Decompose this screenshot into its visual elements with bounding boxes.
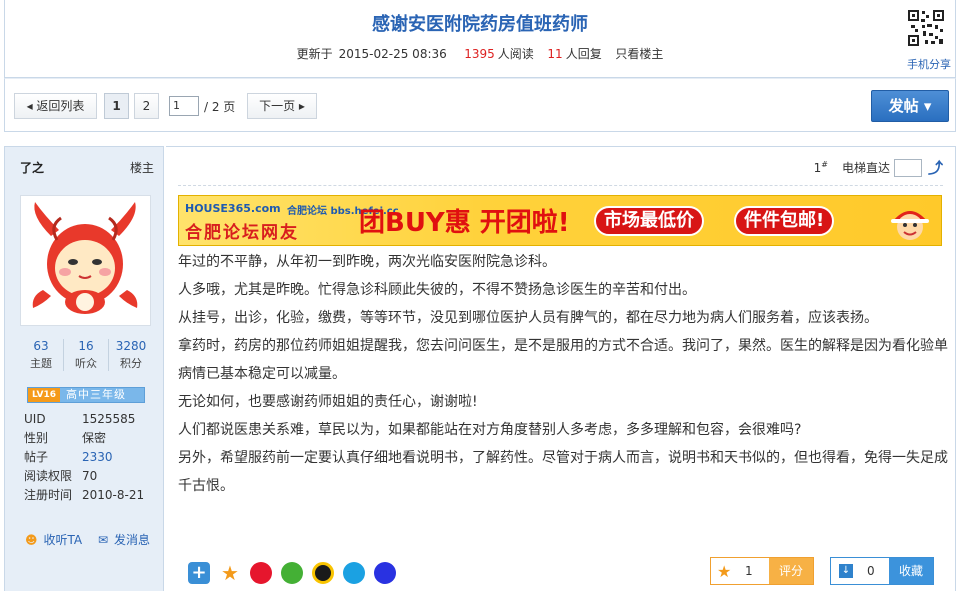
floor-number: 1# (813, 160, 828, 175)
post-content: 年过的不平静，从年初一到昨晚，两次光临安医附院急诊科。 人多哦，尤其是昨晚。忙得… (178, 248, 948, 500)
stat-topics[interactable]: 63 主题 (19, 339, 64, 371)
info-posts: 帖子 2330 (24, 450, 113, 464)
author-stats: 63 主题 16 听众 3280 积分 (19, 339, 153, 371)
share-wechat-icon[interactable] (281, 562, 303, 584)
updated-label: 更新于 (296, 47, 333, 61)
favorite-label: 收藏 (889, 558, 933, 584)
thread-meta: 更新于 2015-02-25 08:36 1395 人阅读 11 人回复 只看楼主 (5, 45, 955, 62)
banner-logo-main: 合肥论坛网友 (185, 223, 299, 243)
share-pengyou-icon[interactable] (343, 562, 365, 584)
replies-count: 11 (547, 47, 563, 61)
new-post-button[interactable]: 发帖 ▾ (871, 90, 949, 122)
info-uid: UID 1525585 (24, 412, 136, 426)
share-baidu-icon[interactable] (374, 562, 396, 584)
posts-count-link[interactable]: 2330 (82, 450, 113, 464)
banner-logo-top: HOUSE365.com (185, 202, 281, 215)
mobile-share-link[interactable]: 手机分享 (907, 56, 951, 72)
post-paragraph: 拿药时，药房的那位药师姐姐提醒我，您去问问医生，是不是服用的方式不合适。我问了，… (178, 338, 948, 382)
stat-points[interactable]: 3280 积分 (109, 339, 153, 371)
rate-count: 1 (745, 564, 753, 578)
replies-label: 人回复 (565, 47, 602, 61)
page-number-input[interactable]: 1 (169, 96, 199, 116)
author-info: UID 1525585 性别 保密 帖子 2330 阅读权限 70 注册时间 2010-8… (24, 410, 144, 505)
level-badge: LV16 高中三年级 (27, 387, 145, 403)
share-qq-icon[interactable] (312, 562, 334, 584)
updated-time: 2015-02-25 08:36 (338, 47, 447, 61)
rate-button[interactable]: ★ 1 评分 (710, 557, 814, 585)
favorite-count: 0 (867, 564, 875, 578)
follow-button[interactable]: ☻ 收听TA (25, 533, 88, 547)
message-button[interactable]: ✉ 发消息 (98, 533, 156, 547)
info-gender: 性别 保密 (24, 431, 107, 445)
elevator-input[interactable] (893, 158, 922, 177)
thread-header: 感谢安医附院药房值班药师 更新于 2015-02-25 08:36 1395 人阅读… (4, 0, 956, 78)
banner-pill-lowest-price: 市场最低价 (594, 206, 704, 236)
share-bar: + ★ (188, 562, 405, 584)
reads-count: 1395 (464, 47, 495, 61)
author-name[interactable]: 了之 (20, 159, 44, 176)
page-total: / 2 页 (204, 100, 236, 114)
page-2-button[interactable]: 2 (134, 93, 159, 119)
stat-listeners[interactable]: 16 听众 (64, 339, 109, 371)
share-weibo-icon[interactable] (250, 562, 272, 584)
rate-star-icon: ★ (717, 562, 732, 581)
post-paragraph: 人多哦，尤其是昨晚。忙得急诊科顾此失彼的，不得不赞扬急诊医生的辛苦和付出。 (178, 282, 696, 298)
elevator-label: 电梯直达 (841, 161, 890, 175)
ad-banner[interactable]: HOUSE365.com 合肥论坛网友 合肥论坛 bbs.hefei.cc 团B… (178, 195, 942, 246)
follow-icon: ☻ (25, 533, 38, 547)
info-read-permission: 阅读权限 70 (24, 469, 98, 483)
mail-icon: ✉ (97, 533, 109, 547)
info-register-date: 注册时间 2010-8-21 (24, 488, 145, 502)
post-paragraph: 人们都说医患关系难，草民以为，如果都能站在对方角度替别人多考虑，多多理解和包容，… (178, 422, 802, 438)
reads-label: 人阅读 (497, 47, 534, 61)
back-to-list-button[interactable]: ◂ 返回列表 (14, 93, 97, 119)
author-role: 楼主 (129, 161, 154, 175)
banner-headline: 团BUY惠 开团啦! (359, 208, 570, 238)
share-plus-icon[interactable]: + (188, 562, 210, 584)
only-op-link[interactable]: 只看楼主 (615, 47, 663, 61)
share-favorite-star-icon[interactable]: ★ (219, 562, 241, 584)
post-body: 1# 电梯直达 ⤴ HOUSE365.com 合肥论坛网友 合肥论坛 bbs.h… (166, 146, 956, 591)
thread-title: 感谢安医附院药房值班药师 (372, 14, 588, 35)
favorite-button[interactable]: ↓ 0 收藏 (830, 557, 934, 585)
favorite-download-icon: ↓ (839, 564, 853, 578)
post-paragraph: 年过的不平静，从年初一到昨晚，两次光临安医附院急诊科。 (178, 254, 556, 270)
post-paragraph: 无论如何，也要感谢药师姐姐的责任心，谢谢啦! (178, 394, 478, 410)
page-1-button[interactable]: 1 (104, 93, 129, 119)
rate-label: 评分 (769, 558, 813, 584)
author-panel: 了之 楼主 63 主题 16 听众 3280 积分 LV16 高中三年级 UID… (4, 146, 164, 591)
banner-mascot-icon (887, 199, 933, 245)
qr-code-icon[interactable] (907, 9, 945, 47)
level-title: 高中三年级 (66, 388, 126, 401)
post-divider (178, 185, 943, 186)
elevator-go-icon[interactable]: ⤴ (928, 157, 943, 178)
post-paragraph: 另外，希望服药前一定要认真仔细地看说明书，了解药性。尽管对于病人而言，说明书和天… (178, 450, 948, 494)
floor-bar: 1# 电梯直达 ⤴ (814, 157, 943, 178)
pagination-toolbar: ◂ 返回列表 1 2 1 / 2 页 下一页 ▸ 发帖 ▾ (4, 78, 956, 132)
avatar[interactable] (20, 195, 151, 326)
level-number: LV16 (28, 388, 60, 402)
author-actions: ☻ 收听TA ✉ 发消息 (25, 531, 162, 548)
banner-pill-free-shipping: 件件包邮! (734, 206, 835, 236)
post-paragraph: 从挂号，出诊，化验，缴费，等等环节，没见到哪位医护人员有脾气的，都在尽力地为病人… (178, 310, 878, 326)
next-page-button[interactable]: 下一页 ▸ (247, 93, 317, 119)
